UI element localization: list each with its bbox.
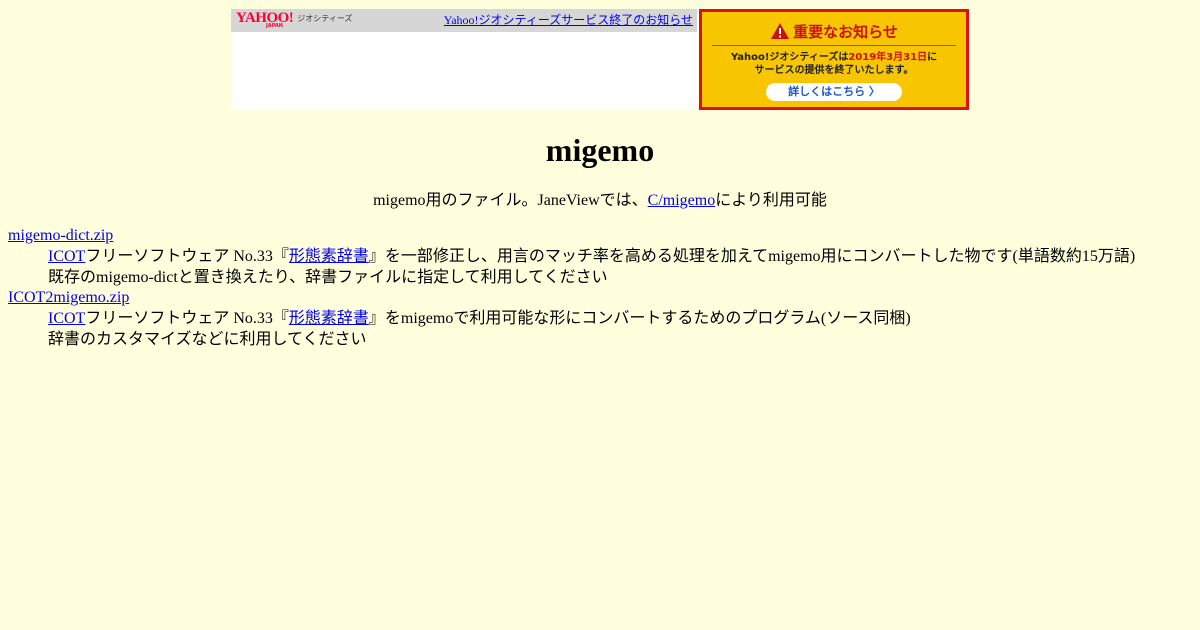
icot-link[interactable]: ICOT [48,248,85,265]
geocities-banner: YAHOO! JAPAN ジオシティーズ Yahoo!ジオシティーズサービス終了… [231,9,969,110]
banner-ad-area: YAHOO! JAPAN ジオシティーズ Yahoo!ジオシティーズサービス終了… [231,9,697,110]
intro-text: migemo用のファイル。JaneViewでは、C/migemoにより利用可能 [0,190,1200,211]
notice-line-1-pre: Yahoo!ジオシティーズは [730,52,849,63]
file-description: ICOTフリーソフトウェア No.33『形態素辞書』を一部修正し、用言のマッチ率… [8,246,1192,288]
morpheme-dictionary-link[interactable]: 形態素辞書 [289,248,369,265]
notice-heading: 重要なお知らせ [702,20,966,42]
c-migemo-link[interactable]: C/migemo [648,192,716,209]
yahoo-logo-text: YAHOO! [236,10,294,26]
icot-link[interactable]: ICOT [48,310,85,327]
yahoo-logo[interactable]: YAHOO! JAPAN ジオシティーズ [236,10,353,29]
file-description: ICOTフリーソフトウェア No.33『形態素辞書』をmigemoで利用可能な形… [8,308,1192,350]
desc-text: 』を一部修正し、用言のマッチ率を高める処理を加えてmigemo用にコンバートした… [368,248,1136,265]
desc-text: 』をmigemoで利用可能な形にコンバートするためのプログラム(ソース同梱) [368,310,911,327]
file-description-line-2: 既存のmigemo-dictと置き換えたり、辞書ファイルに指定して利用してくださ… [48,269,608,286]
notice-line-2: サービスの提供を終了いたします。 [754,65,914,76]
yahoo-logo-sub: JAPAN [266,23,283,29]
icot2migemo-zip-link[interactable]: ICOT2migemo.zip [8,289,129,306]
notice-heading-text: 重要なお知らせ [793,22,898,41]
intro-text-pre: migemo用のファイル。JaneViewでは、 [373,192,648,209]
page-title: migemo [545,132,655,168]
details-button[interactable]: 詳しくはこちら 〉 [766,83,902,101]
file-list: migemo-dict.zip ICOTフリーソフトウェア No.33『形態素辞… [8,226,1192,350]
file-description-line-1: ICOTフリーソフトウェア No.33『形態素辞書』をmigemoで利用可能な形… [48,308,1192,329]
migemo-dict-zip-link[interactable]: migemo-dict.zip [8,227,113,244]
notice-end-date: 2019年3月31日 [848,52,928,63]
warning-icon [771,23,790,39]
morpheme-dictionary-link[interactable]: 形態素辞書 [289,310,369,327]
notice-line-1: Yahoo!ジオシティーズは2019年3月31日に [702,52,966,64]
banner-bar: YAHOO! JAPAN ジオシティーズ Yahoo!ジオシティーズサービス終了… [231,9,697,32]
notice-line-1-post: に [927,52,938,63]
notice-divider [712,45,956,46]
intro-text-post: により利用可能 [715,192,827,209]
service-name: ジオシティーズ [297,14,353,23]
service-end-notice[interactable]: 重要なお知らせ Yahoo!ジオシティーズは2019年3月31日に サービスの提… [699,9,969,110]
service-end-link[interactable]: Yahoo!ジオシティーズサービス終了のお知らせ [444,13,693,27]
desc-text: フリーソフトウェア No.33『 [85,310,289,327]
file-description-line-2: 辞書のカスタマイズなどに利用してください [48,331,367,348]
file-item-migemo-dict: migemo-dict.zip [8,226,1192,246]
file-description-line-1: ICOTフリーソフトウェア No.33『形態素辞書』を一部修正し、用言のマッチ率… [48,246,1192,267]
desc-text: フリーソフトウェア No.33『 [85,248,289,265]
file-item-icot2migemo: ICOT2migemo.zip [8,288,1192,308]
